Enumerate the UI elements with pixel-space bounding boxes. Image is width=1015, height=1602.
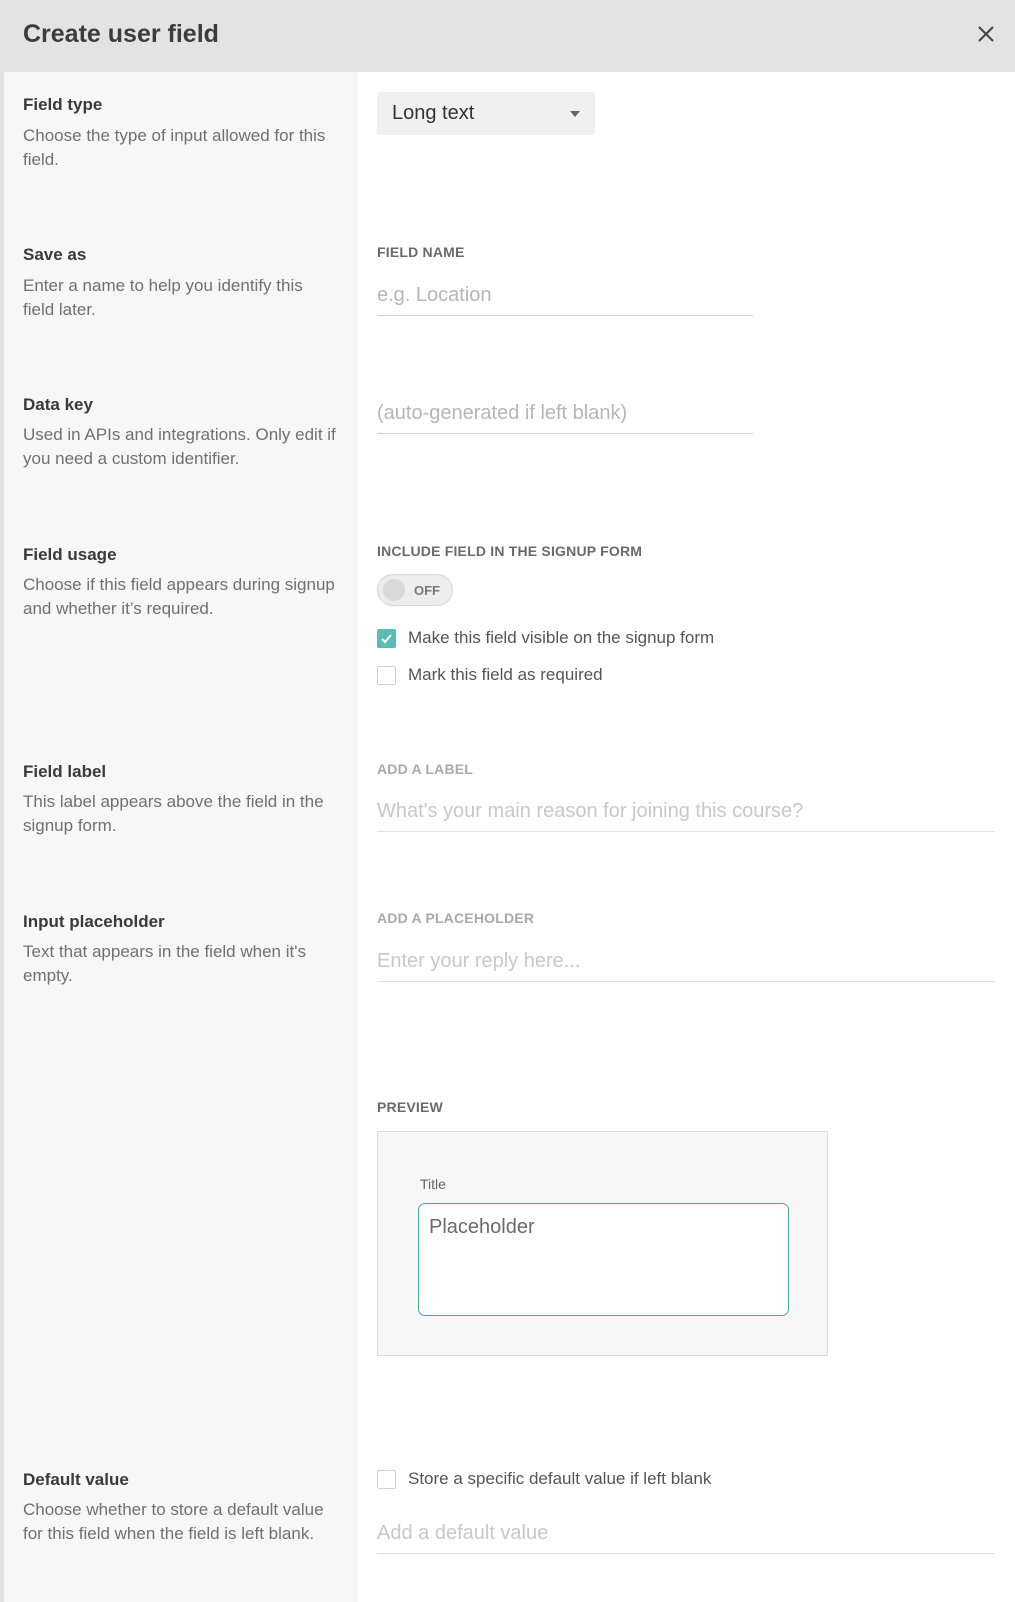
preview-label: PREVIEW (377, 1099, 443, 1115)
field-type-selected-value: Long text (392, 102, 475, 124)
store-default-label: Store a specific default value if left b… (408, 1469, 712, 1488)
field-name-input[interactable] (377, 284, 753, 316)
check-icon (381, 633, 392, 643)
modal-header: Create user field (0, 0, 1015, 72)
field-name-label: FIELD NAME (377, 244, 465, 260)
store-default-option[interactable]: Store a specific default value if left b… (377, 1469, 711, 1489)
preview-textarea: Placeholder (418, 1203, 789, 1316)
field-usage-description: Choose if this field appears during sign… (23, 575, 335, 618)
caret-down-icon (570, 111, 580, 117)
data-key-title: Data key (23, 395, 93, 414)
field-label-input[interactable] (377, 800, 995, 832)
close-icon (978, 26, 994, 42)
required-label: Mark this field as required (408, 665, 603, 684)
data-key-description: Used in APIs and integrations. Only edit… (23, 425, 336, 468)
preview-field-title: Title (420, 1176, 446, 1192)
field-type-description: Choose the type of input allowed for thi… (23, 126, 326, 169)
include-in-signup-label: INCLUDE FIELD IN THE SIGNUP FORM (377, 543, 643, 559)
save-as-description: Enter a name to help you identify this f… (23, 276, 303, 319)
input-placeholder-title: Input placeholder (23, 912, 165, 931)
add-label-label: ADD A LABEL (377, 761, 474, 777)
visible-on-signup-option[interactable]: Make this field visible on the signup fo… (377, 628, 714, 648)
input-placeholder-description: Text that appears in the field when it's… (23, 942, 306, 985)
visible-on-signup-checkbox[interactable] (377, 628, 396, 648)
field-label-title: Field label (23, 762, 107, 781)
store-default-checkbox[interactable] (377, 1469, 396, 1489)
field-label-description: This label appears above the field in th… (23, 792, 324, 835)
toggle-knob (383, 579, 405, 601)
data-key-input[interactable] (377, 402, 753, 434)
preview-box: Title Placeholder (377, 1131, 828, 1356)
default-value-title: Default value (23, 1470, 129, 1489)
field-usage-title: Field usage (23, 545, 117, 564)
create-user-field-modal: Create user field Field type Choose the … (0, 0, 1015, 1602)
required-option[interactable]: Mark this field as required (377, 665, 603, 685)
toggle-state: OFF (414, 583, 440, 598)
include-in-signup-toggle[interactable]: OFF (377, 574, 453, 606)
save-as-title: Save as (23, 245, 87, 264)
default-value-input[interactable] (377, 1522, 995, 1554)
preview-placeholder-text: Placeholder (429, 1216, 535, 1238)
input-placeholder-input[interactable] (377, 950, 995, 982)
modal-title: Create user field (23, 20, 219, 48)
add-placeholder-label: ADD A PLACEHOLDER (377, 910, 535, 926)
visible-on-signup-label: Make this field visible on the signup fo… (408, 628, 715, 647)
field-type-select[interactable]: Long text (377, 92, 595, 135)
default-value-description: Choose whether to store a default value … (23, 1500, 324, 1543)
field-type-title: Field type (23, 95, 103, 114)
close-button[interactable] (970, 18, 1002, 50)
required-checkbox[interactable] (377, 665, 396, 685)
